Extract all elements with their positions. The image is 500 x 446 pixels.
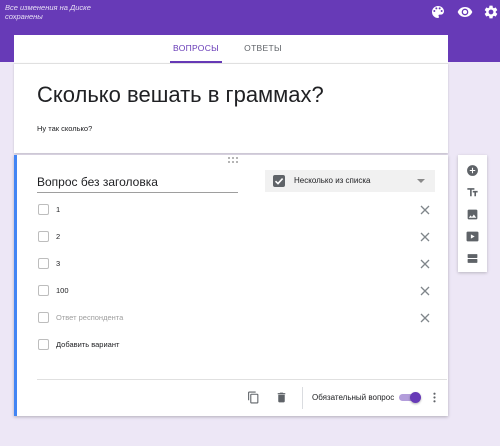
option-row: 1 — [38, 203, 432, 217]
required-label: Обязательный вопрос — [312, 393, 395, 402]
add-title-icon[interactable] — [466, 186, 479, 199]
other-option-row: Ответ респондента — [38, 311, 432, 325]
close-icon[interactable] — [419, 258, 431, 270]
checkbox-icon — [38, 204, 49, 215]
palette-icon[interactable] — [430, 4, 446, 20]
drag-handle-icon[interactable] — [228, 157, 240, 163]
option-label[interactable]: 2 — [56, 232, 60, 241]
trash-icon[interactable] — [275, 391, 288, 404]
toggle-thumb — [410, 392, 421, 403]
option-label[interactable]: 3 — [56, 259, 60, 268]
option-row: 3 — [38, 257, 432, 271]
checkbox-icon — [38, 231, 49, 242]
close-icon[interactable] — [419, 204, 431, 216]
tabs-bar: ВОПРОСЫ ОТВЕТЫ — [14, 35, 448, 63]
form-header-card: Сколько вешать в граммах? Ну так сколько… — [14, 63, 448, 153]
add-question-icon[interactable] — [466, 164, 479, 177]
option-row: 100 — [38, 284, 432, 298]
tab-responses[interactable]: ОТВЕТЫ — [240, 35, 286, 63]
divider — [37, 379, 447, 380]
add-section-icon[interactable] — [466, 252, 479, 265]
save-status: Все изменения на Диске сохранены — [5, 3, 91, 21]
dropdown-arrow-icon — [417, 179, 425, 183]
add-option-button[interactable]: Добавить вариант — [56, 340, 119, 349]
divider — [302, 387, 303, 409]
side-toolbar — [458, 155, 487, 272]
tab-questions[interactable]: ВОПРОСЫ — [170, 35, 222, 63]
copy-icon[interactable] — [247, 391, 260, 404]
checkbox-icon — [38, 285, 49, 296]
option-label[interactable]: 100 — [56, 286, 69, 295]
form-title[interactable]: Сколько вешать в граммах? — [37, 82, 324, 108]
question-type-select[interactable]: Несколько из списка — [265, 170, 435, 192]
checkbox-icon — [38, 339, 49, 350]
option-row: 2 — [38, 230, 432, 244]
question-card[interactable]: Вопрос без заголовка Несколько из списка… — [14, 155, 448, 416]
close-icon[interactable] — [419, 312, 431, 324]
gear-icon[interactable] — [483, 4, 499, 20]
add-option-row: Добавить вариант — [38, 338, 432, 352]
add-video-icon[interactable] — [466, 230, 479, 243]
form-description[interactable]: Ну так сколько? — [37, 124, 92, 133]
close-icon[interactable] — [419, 231, 431, 243]
required-toggle[interactable] — [399, 392, 421, 403]
more-vert-icon[interactable] — [428, 391, 441, 404]
checkbox-icon — [38, 258, 49, 269]
question-title-input[interactable]: Вопрос без заголовка — [37, 175, 238, 193]
question-type-label: Несколько из списка — [294, 176, 371, 185]
other-option-placeholder: Ответ респондента — [56, 313, 124, 322]
checkbox-icon — [38, 312, 49, 323]
option-label[interactable]: 1 — [56, 205, 60, 214]
close-icon[interactable] — [419, 285, 431, 297]
add-image-icon[interactable] — [466, 208, 479, 221]
eye-icon[interactable] — [457, 4, 473, 20]
checkbox-type-icon — [273, 175, 285, 187]
